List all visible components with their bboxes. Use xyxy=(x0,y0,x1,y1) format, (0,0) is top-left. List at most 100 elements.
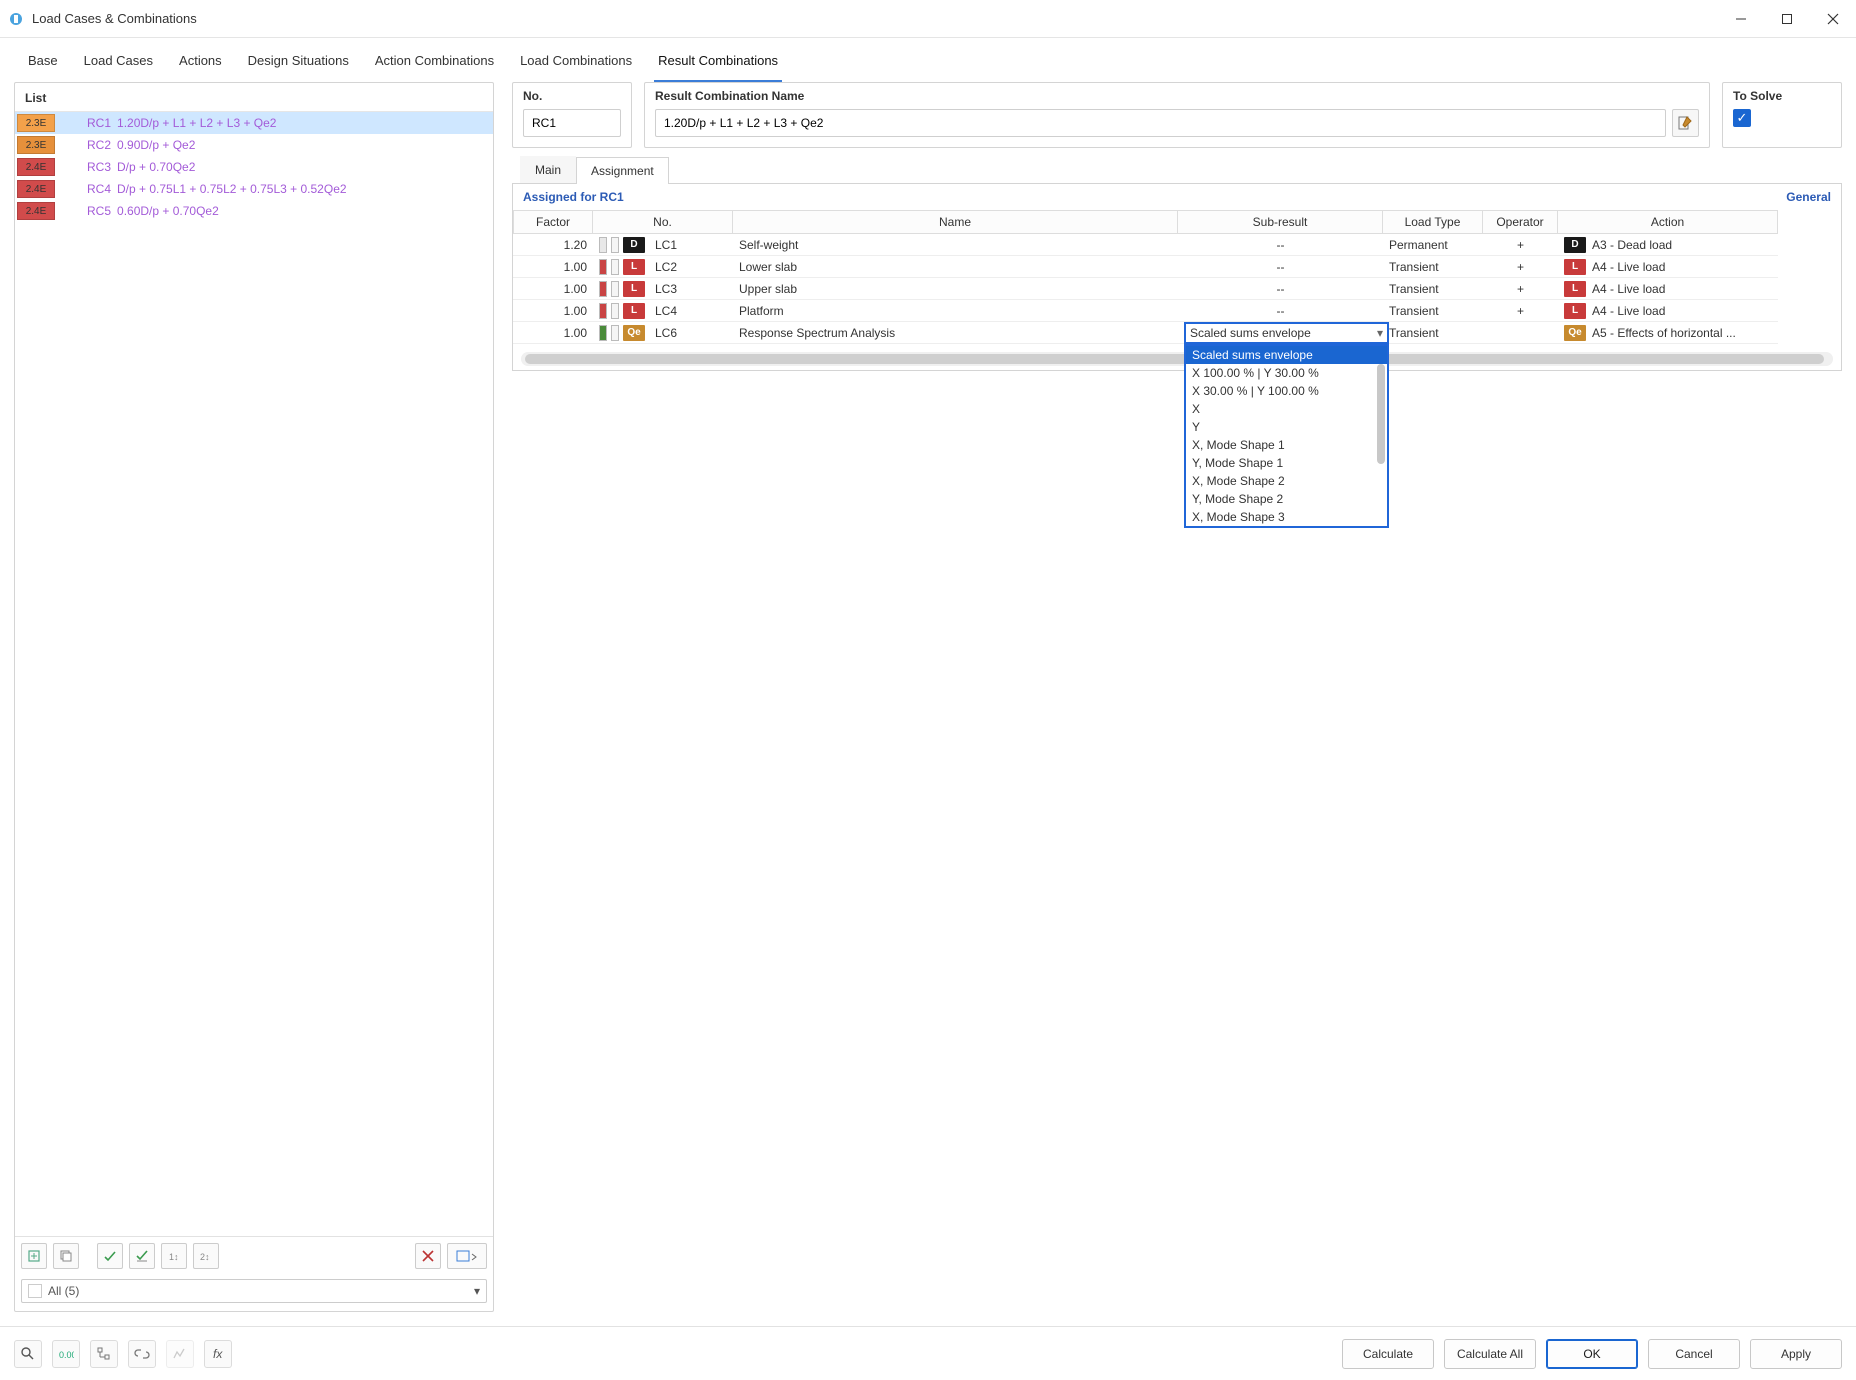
maximize-button[interactable] xyxy=(1764,0,1810,38)
column-header[interactable]: Factor xyxy=(513,210,593,234)
cell-factor[interactable]: 1.20 xyxy=(513,234,593,256)
list-item[interactable]: 2.3E RC2 0.90D/p + Qe2 xyxy=(15,134,493,156)
cell-factor[interactable]: 1.00 xyxy=(513,300,593,322)
column-header[interactable]: Load Type xyxy=(1383,210,1483,234)
cell-action[interactable]: LA4 - Live load xyxy=(1558,300,1778,322)
cell-operator[interactable]: + xyxy=(1483,278,1558,300)
list-item[interactable]: 2.3E RC1 1.20D/p + L1 + L2 + L3 + Qe2 xyxy=(15,112,493,134)
dropdown-option[interactable]: X, Mode Shape 1 xyxy=(1186,436,1387,454)
list-item[interactable]: 2.4E RC5 0.60D/p + 0.70Qe2 xyxy=(15,200,493,222)
cell-factor[interactable]: 1.00 xyxy=(513,322,593,344)
cell-operator[interactable] xyxy=(1483,322,1558,344)
cell-no[interactable]: Qe LC6 xyxy=(593,322,733,344)
check2-icon[interactable] xyxy=(129,1243,155,1269)
cell-no[interactable]: L LC3 xyxy=(593,278,733,300)
dropdown-option[interactable]: X, Mode Shape 3 xyxy=(1186,508,1387,526)
dropdown-option[interactable]: Y xyxy=(1186,418,1387,436)
dropdown-option[interactable]: X xyxy=(1186,400,1387,418)
cell-subresult[interactable]: Scaled sums envelope▾ Scaled sums envelo… xyxy=(1178,322,1383,344)
search-icon[interactable] xyxy=(14,1340,42,1368)
dropdown-scrollbar[interactable] xyxy=(1377,364,1385,464)
cell-no[interactable]: L LC2 xyxy=(593,256,733,278)
tab-load-combinations[interactable]: Load Combinations xyxy=(516,45,636,82)
sort-icon[interactable]: 2↕ xyxy=(193,1243,219,1269)
subresult-dropdown[interactable]: Scaled sums envelope▾ Scaled sums envelo… xyxy=(1184,322,1389,344)
rsa-icon[interactable] xyxy=(166,1340,194,1368)
subtab-assignment[interactable]: Assignment xyxy=(576,157,669,184)
list-body[interactable]: 2.3E RC1 1.20D/p + L1 + L2 + L3 + Qe22.3… xyxy=(15,112,493,1236)
cell-loadtype[interactable]: Transient xyxy=(1383,256,1483,278)
new-icon[interactable] xyxy=(21,1243,47,1269)
column-header[interactable]: Name xyxy=(733,210,1178,234)
edit-name-icon[interactable] xyxy=(1672,109,1699,137)
tab-load-cases[interactable]: Load Cases xyxy=(80,45,157,82)
cell-name[interactable]: Upper slab xyxy=(733,278,1178,300)
column-header[interactable]: Operator xyxy=(1483,210,1558,234)
no-group: No. xyxy=(512,82,632,148)
dropdown-option[interactable]: Y, Mode Shape 2 xyxy=(1186,490,1387,508)
subtab-main[interactable]: Main xyxy=(520,156,576,183)
tab-action-combinations[interactable]: Action Combinations xyxy=(371,45,498,82)
tab-result-combinations[interactable]: Result Combinations xyxy=(654,45,782,82)
calculate-button[interactable]: Calculate xyxy=(1342,1339,1434,1369)
units-icon[interactable]: 0.00 xyxy=(52,1340,80,1368)
calculate-all-button[interactable]: Calculate All xyxy=(1444,1339,1536,1369)
cell-loadtype[interactable]: Transient xyxy=(1383,300,1483,322)
general-link[interactable]: General xyxy=(1786,190,1831,204)
dropdown-option[interactable]: X, Mode Shape 2 xyxy=(1186,472,1387,490)
ok-button[interactable]: OK xyxy=(1546,1339,1638,1369)
cell-operator[interactable]: + xyxy=(1483,234,1558,256)
cell-action[interactable]: DA3 - Dead load xyxy=(1558,234,1778,256)
list-tag: 2.3E xyxy=(17,136,55,154)
renumber-icon[interactable]: 1↕ xyxy=(161,1243,187,1269)
cell-action[interactable]: QeA5 - Effects of horizontal ... xyxy=(1558,322,1778,344)
dropdown-option[interactable]: Y, Mode Shape 1 xyxy=(1186,454,1387,472)
list-item[interactable]: 2.4E RC4 D/p + 0.75L1 + 0.75L2 + 0.75L3 … xyxy=(15,178,493,200)
cell-factor[interactable]: 1.00 xyxy=(513,256,593,278)
cell-factor[interactable]: 1.00 xyxy=(513,278,593,300)
dropdown-option[interactable]: Scaled sums envelope xyxy=(1186,346,1387,364)
cell-name[interactable]: Self-weight xyxy=(733,234,1178,256)
cell-name[interactable]: Platform xyxy=(733,300,1178,322)
function-icon[interactable]: fx xyxy=(204,1340,232,1368)
tree-icon[interactable] xyxy=(90,1340,118,1368)
cell-action[interactable]: LA4 - Live load xyxy=(1558,256,1778,278)
tab-actions[interactable]: Actions xyxy=(175,45,226,82)
horizontal-scrollbar[interactable] xyxy=(521,352,1833,366)
filter-combo[interactable]: All (5) ▾ xyxy=(21,1279,487,1303)
tab-design-situations[interactable]: Design Situations xyxy=(244,45,353,82)
column-header[interactable]: Action xyxy=(1558,210,1778,234)
cell-operator[interactable]: + xyxy=(1483,300,1558,322)
close-button[interactable] xyxy=(1810,0,1856,38)
cell-subresult[interactable]: -- xyxy=(1178,234,1383,256)
cell-no[interactable]: D LC1 xyxy=(593,234,733,256)
delete-icon[interactable] xyxy=(415,1243,441,1269)
minimize-button[interactable] xyxy=(1718,0,1764,38)
column-header[interactable]: No. xyxy=(593,210,733,234)
cancel-button[interactable]: Cancel xyxy=(1648,1339,1740,1369)
view-mode-icon[interactable] xyxy=(447,1243,487,1269)
link-icon[interactable] xyxy=(128,1340,156,1368)
cell-subresult[interactable]: -- xyxy=(1178,278,1383,300)
cell-action[interactable]: LA4 - Live load xyxy=(1558,278,1778,300)
solve-checkbox[interactable]: ✓ xyxy=(1733,109,1751,127)
name-input[interactable] xyxy=(655,109,1666,137)
no-input[interactable] xyxy=(523,109,621,137)
tab-base[interactable]: Base xyxy=(24,45,62,82)
cell-operator[interactable]: + xyxy=(1483,256,1558,278)
column-header[interactable]: Sub-result xyxy=(1178,210,1383,234)
list-item[interactable]: 2.4E RC3 D/p + 0.70Qe2 xyxy=(15,156,493,178)
cell-name[interactable]: Lower slab xyxy=(733,256,1178,278)
cell-name[interactable]: Response Spectrum Analysis xyxy=(733,322,1178,344)
check-icon[interactable] xyxy=(97,1243,123,1269)
dropdown-option[interactable]: X 30.00 % | Y 100.00 % xyxy=(1186,382,1387,400)
cell-loadtype[interactable]: Transient xyxy=(1383,322,1483,344)
cell-subresult[interactable]: -- xyxy=(1178,300,1383,322)
cell-loadtype[interactable]: Transient xyxy=(1383,278,1483,300)
copy-icon[interactable] xyxy=(53,1243,79,1269)
cell-no[interactable]: L LC4 xyxy=(593,300,733,322)
apply-button[interactable]: Apply xyxy=(1750,1339,1842,1369)
cell-subresult[interactable]: -- xyxy=(1178,256,1383,278)
dropdown-option[interactable]: X 100.00 % | Y 30.00 % xyxy=(1186,364,1387,382)
cell-loadtype[interactable]: Permanent xyxy=(1383,234,1483,256)
